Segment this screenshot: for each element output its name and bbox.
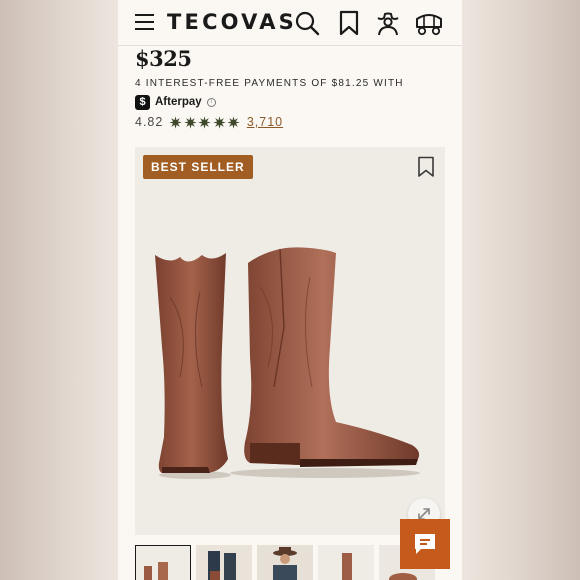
thumb-image <box>136 546 190 580</box>
rating-row: 4.82 3,710 <box>135 114 283 130</box>
review-count-link[interactable]: 3,710 <box>247 115 283 129</box>
thumbnail-model-boots[interactable] <box>196 545 252 580</box>
star-icon <box>184 115 197 129</box>
site-logo[interactable]: TECOVAS <box>167 10 297 34</box>
chat-button[interactable] <box>400 519 450 569</box>
star-icon <box>227 115 241 129</box>
chat-bubble-icon <box>415 534 435 554</box>
rating-value: 4.82 <box>135 115 164 129</box>
thumb-image <box>257 545 313 580</box>
thumb-image <box>196 545 252 580</box>
account-icon[interactable] <box>375 10 401 36</box>
afterpay-row[interactable]: $ Afterpay i <box>135 94 216 110</box>
hamburger-menu-icon[interactable] <box>135 14 154 30</box>
thumbnail-strip <box>135 545 440 580</box>
search-icon[interactable] <box>294 10 320 36</box>
installments-text: 4 INTEREST-FREE PAYMENTS OF $81.25 WITH <box>135 78 404 89</box>
star-icon <box>198 115 212 129</box>
bookmark-icon[interactable] <box>417 156 435 178</box>
product-price: $325 <box>135 46 192 71</box>
thumbnail-model-cowboy[interactable] <box>257 545 313 580</box>
info-icon[interactable]: i <box>206 97 216 107</box>
star-rating <box>169 115 242 129</box>
afterpay-logo-icon: $ <box>135 94 150 110</box>
star-icon <box>213 115 226 129</box>
best-seller-badge: BEST SELLER <box>143 155 253 179</box>
product-image-boots <box>155 247 420 479</box>
thumb-image <box>318 545 374 580</box>
bookmark-icon[interactable] <box>336 10 362 36</box>
wagon-cart-icon[interactable] <box>414 10 444 36</box>
site-header: TECOVAS <box>118 0 462 46</box>
thumbnail-boots-side[interactable] <box>318 545 374 580</box>
thumbnail-boots[interactable] <box>135 545 191 580</box>
star-icon <box>169 115 183 129</box>
product-image-gallery[interactable]: BEST SELLER <box>135 147 445 535</box>
afterpay-label: Afterpay <box>155 96 202 108</box>
mobile-page: TECOVAS $325 4 INTEREST-FREE PAYMENTS OF… <box>118 0 462 580</box>
